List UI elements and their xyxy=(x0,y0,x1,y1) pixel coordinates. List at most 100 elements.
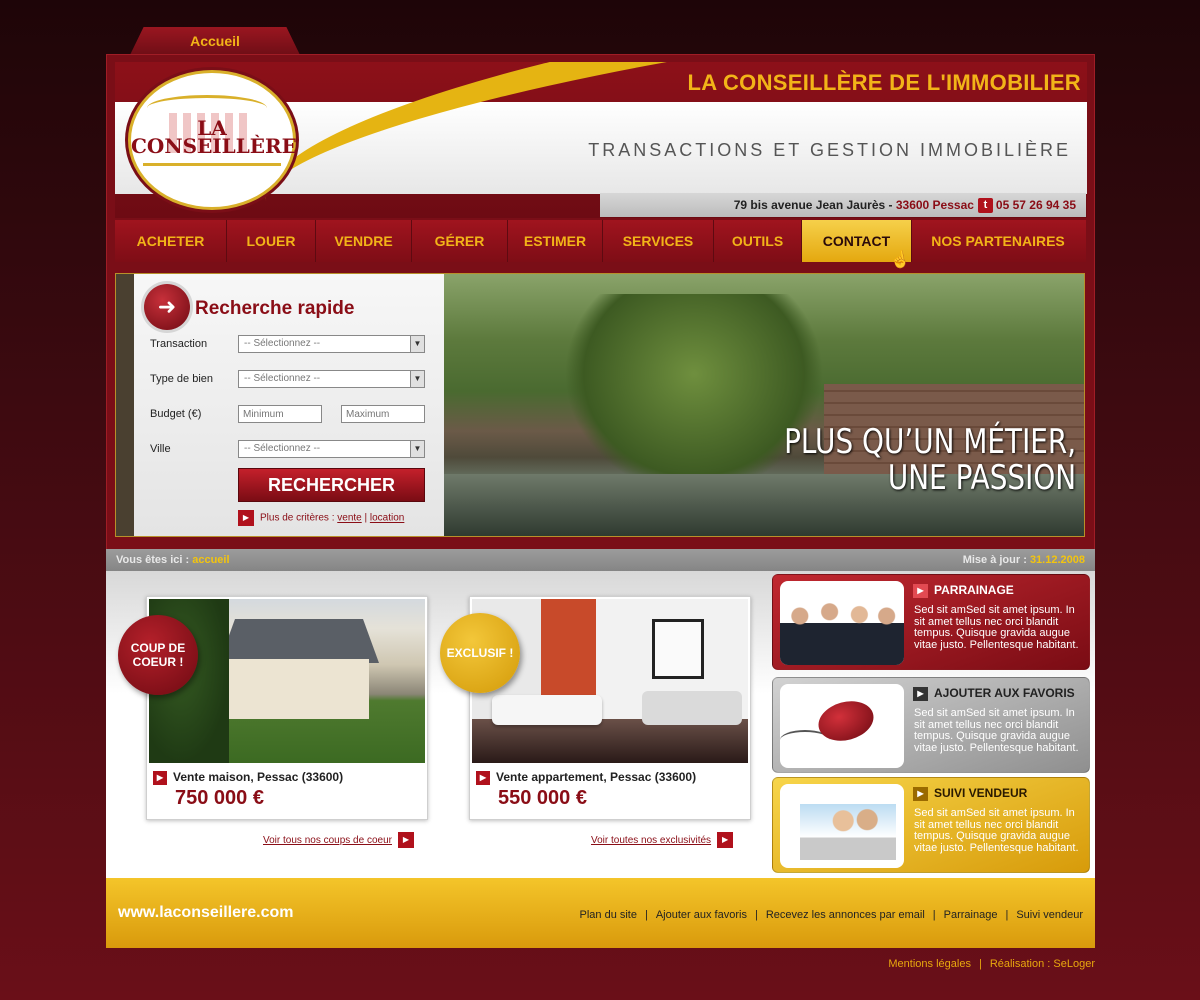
listing-price: 550 000 € xyxy=(498,787,587,809)
budget-max-input[interactable] xyxy=(341,405,425,423)
credits-link[interactable]: Réalisation : SeLoger xyxy=(990,958,1095,970)
listing-title-text: Vente appartement, Pessac (33600) xyxy=(496,770,697,784)
nav-item-services[interactable]: SERVICES xyxy=(603,220,714,262)
listing-price: 750 000 € xyxy=(175,787,264,809)
promo-referral[interactable]: ▶ PARRAINAGE Sed sit amSed sit amet ipsum… xyxy=(772,574,1090,670)
play-icon: ▶ xyxy=(238,510,254,526)
listing-info: ▶ Vente maison, Pessac (33600) 750 000 € xyxy=(153,769,343,810)
more-criteria-sale-link[interactable]: vente xyxy=(337,513,361,524)
legal-separator: | xyxy=(978,958,982,970)
property-type-label: Type de bien xyxy=(150,373,213,385)
listing-photo[interactable] xyxy=(149,599,425,763)
breadcrumb-current[interactable]: accueil xyxy=(192,554,229,566)
phone-number: 05 57 26 94 35 xyxy=(995,198,1076,212)
apt-sofa xyxy=(492,695,602,725)
site-logo[interactable]: LA CONSEILLÈRE xyxy=(128,70,297,210)
site-url[interactable]: www.laconseillere.com xyxy=(118,904,293,922)
nav-item-vendre[interactable]: VENDRE xyxy=(316,220,412,262)
promo-title-text: SUIVI VENDEUR xyxy=(934,786,1028,800)
nav-item-louer[interactable]: LOUER xyxy=(227,220,316,262)
hero-left-strip xyxy=(116,274,134,536)
promo-favorites[interactable]: ▶ AJOUTER AUX FAVORIS Sed sit amSed sit a… xyxy=(772,677,1090,773)
see-all-favorites-label: Voir tous nos coups de coeur xyxy=(263,835,392,846)
laptop-image xyxy=(800,804,896,860)
nav-item-estimer[interactable]: ESTIMER xyxy=(508,220,603,262)
nav-item-gerer[interactable]: GÉRER xyxy=(412,220,508,262)
footer-link-seller-tracking[interactable]: Suivi vendeur xyxy=(1016,909,1083,921)
quick-search-panel: ➜ Recherche rapide Transaction -- Sélect… xyxy=(134,274,444,536)
site-subtitle: TRANSACTIONS ET GESTION IMMOBILIÈRE xyxy=(588,140,1071,160)
apt-floor xyxy=(472,719,748,763)
footer-link-sitemap[interactable]: Plan du site xyxy=(580,909,637,921)
play-icon: ▶ xyxy=(397,832,414,849)
hero-section: ➜ Recherche rapide Transaction -- Sélect… xyxy=(115,273,1085,537)
footer-links: Plan du site | Ajouter aux favoris | Recevez… xyxy=(580,909,1084,921)
listing-info: ▶ Vente appartement, Pessac (33600) 550 0… xyxy=(476,769,696,810)
promo-text: Sed sit amSed sit amet ipsum. In sit ame… xyxy=(914,707,1079,754)
footer-separator: | xyxy=(644,909,648,921)
budget-min-input[interactable] xyxy=(238,405,322,423)
search-title: Recherche rapide xyxy=(195,298,355,319)
listing-title[interactable]: ▶ Vente appartement, Pessac (33600) xyxy=(476,769,696,785)
phone-icon: t xyxy=(977,198,993,214)
promo-photo xyxy=(780,784,904,868)
banner-slogan-line1: PLUS QU’UN MÉTIER, xyxy=(783,422,1076,462)
play-icon: ▶ xyxy=(913,686,928,701)
budget-label: Budget (€) xyxy=(150,408,202,420)
city-select[interactable]: -- Sélectionnez -- ▼ xyxy=(238,440,425,458)
promo-text: Sed sit amSed sit amet ipsum. In sit ame… xyxy=(914,604,1079,651)
hero-banner-image: PLUS QU’UN MÉTIER, UNE PASSION xyxy=(444,274,1084,536)
last-update-date: 31.12.2008 xyxy=(1029,554,1085,566)
nav-item-outils[interactable]: OUTILS xyxy=(714,220,802,262)
search-button[interactable]: RECHERCHER xyxy=(238,468,425,502)
breadcrumb: Vous êtes ici : accueil Mise à jour : 31… xyxy=(106,549,1095,571)
logo-underline xyxy=(143,163,281,166)
chevron-down-icon: ▼ xyxy=(410,371,424,387)
main-nav: ACHETER LOUER VENDRE GÉRER ESTIMER SERVI… xyxy=(115,220,1086,262)
listing-photo[interactable] xyxy=(472,599,748,763)
apt-frame xyxy=(652,619,704,679)
see-all-exclusives-link[interactable]: Voir toutes nos exclusivités ▶ xyxy=(591,832,734,850)
nav-item-partenaires[interactable]: NOS PARTENAIRES xyxy=(912,220,1084,262)
badge-exclusive: EXCLUSIF ! xyxy=(440,613,520,693)
breadcrumb-prefix: Vous êtes ici : xyxy=(116,554,193,566)
badge-favorite: COUP DE COEUR ! xyxy=(118,615,198,695)
last-update: Mise à jour : 31.12.2008 xyxy=(963,549,1085,571)
logo-text: LA CONSEILLÈRE xyxy=(131,118,297,156)
banner-slogan-line2: UNE PASSION xyxy=(887,458,1076,498)
promo-photo xyxy=(780,581,904,665)
promo-title-text: AJOUTER AUX FAVORIS xyxy=(934,686,1075,700)
city-select-value: -- Sélectionnez -- xyxy=(244,443,321,454)
footer-link-email-alerts[interactable]: Recevez les annonces par email xyxy=(766,909,925,921)
promo-title-text: PARRAINAGE xyxy=(934,583,1014,597)
promo-title: ▶ AJOUTER AUX FAVORIS xyxy=(913,686,1075,701)
banner-slogan: PLUS QU’UN MÉTIER, UNE PASSION xyxy=(784,424,1076,496)
last-update-label: Mise à jour : xyxy=(962,554,1030,566)
legal-notice-link[interactable]: Mentions légales xyxy=(888,958,971,970)
site-footer: www.laconseillere.com Plan du site | Ajout… xyxy=(106,878,1095,948)
arrow-circle-icon: ➜ xyxy=(144,284,190,330)
people-image xyxy=(780,595,904,665)
breadcrumb-left: Vous êtes ici : accueil xyxy=(116,549,230,571)
address-city: 33600 Pessac xyxy=(895,198,974,212)
more-criteria-label: Plus de critères : xyxy=(260,512,338,524)
see-all-favorites-link[interactable]: Voir tous nos coups de coeur ▶ xyxy=(263,832,414,850)
footer-separator: | xyxy=(1005,909,1009,921)
transaction-select[interactable]: -- Sélectionnez -- ▼ xyxy=(238,335,425,353)
nav-item-acheter[interactable]: ACHETER xyxy=(115,220,227,262)
footer-link-referral[interactable]: Parrainage xyxy=(944,909,998,921)
transaction-label: Transaction xyxy=(150,338,208,350)
promo-seller-tracking[interactable]: ▶ SUIVI VENDEUR Sed sit amSed sit amet ip… xyxy=(772,777,1090,873)
apt-sofa-2 xyxy=(642,691,742,725)
play-icon: ▶ xyxy=(476,770,490,785)
promo-title: ▶ SUIVI VENDEUR xyxy=(913,786,1027,801)
property-type-select[interactable]: -- Sélectionnez -- ▼ xyxy=(238,370,425,388)
more-criteria-rent-link[interactable]: location xyxy=(370,513,404,524)
house-roof xyxy=(219,619,379,663)
footer-link-favorites[interactable]: Ajouter aux favoris xyxy=(656,909,747,921)
home-tab[interactable]: Accueil xyxy=(130,27,300,55)
city-label: Ville xyxy=(150,443,171,455)
see-all-exclusives-label: Voir toutes nos exclusivités xyxy=(591,835,712,846)
site-title: LA CONSEILLÈRE DE L'IMMOBILIER xyxy=(687,70,1081,95)
listing-title[interactable]: ▶ Vente maison, Pessac (33600) xyxy=(153,769,343,785)
